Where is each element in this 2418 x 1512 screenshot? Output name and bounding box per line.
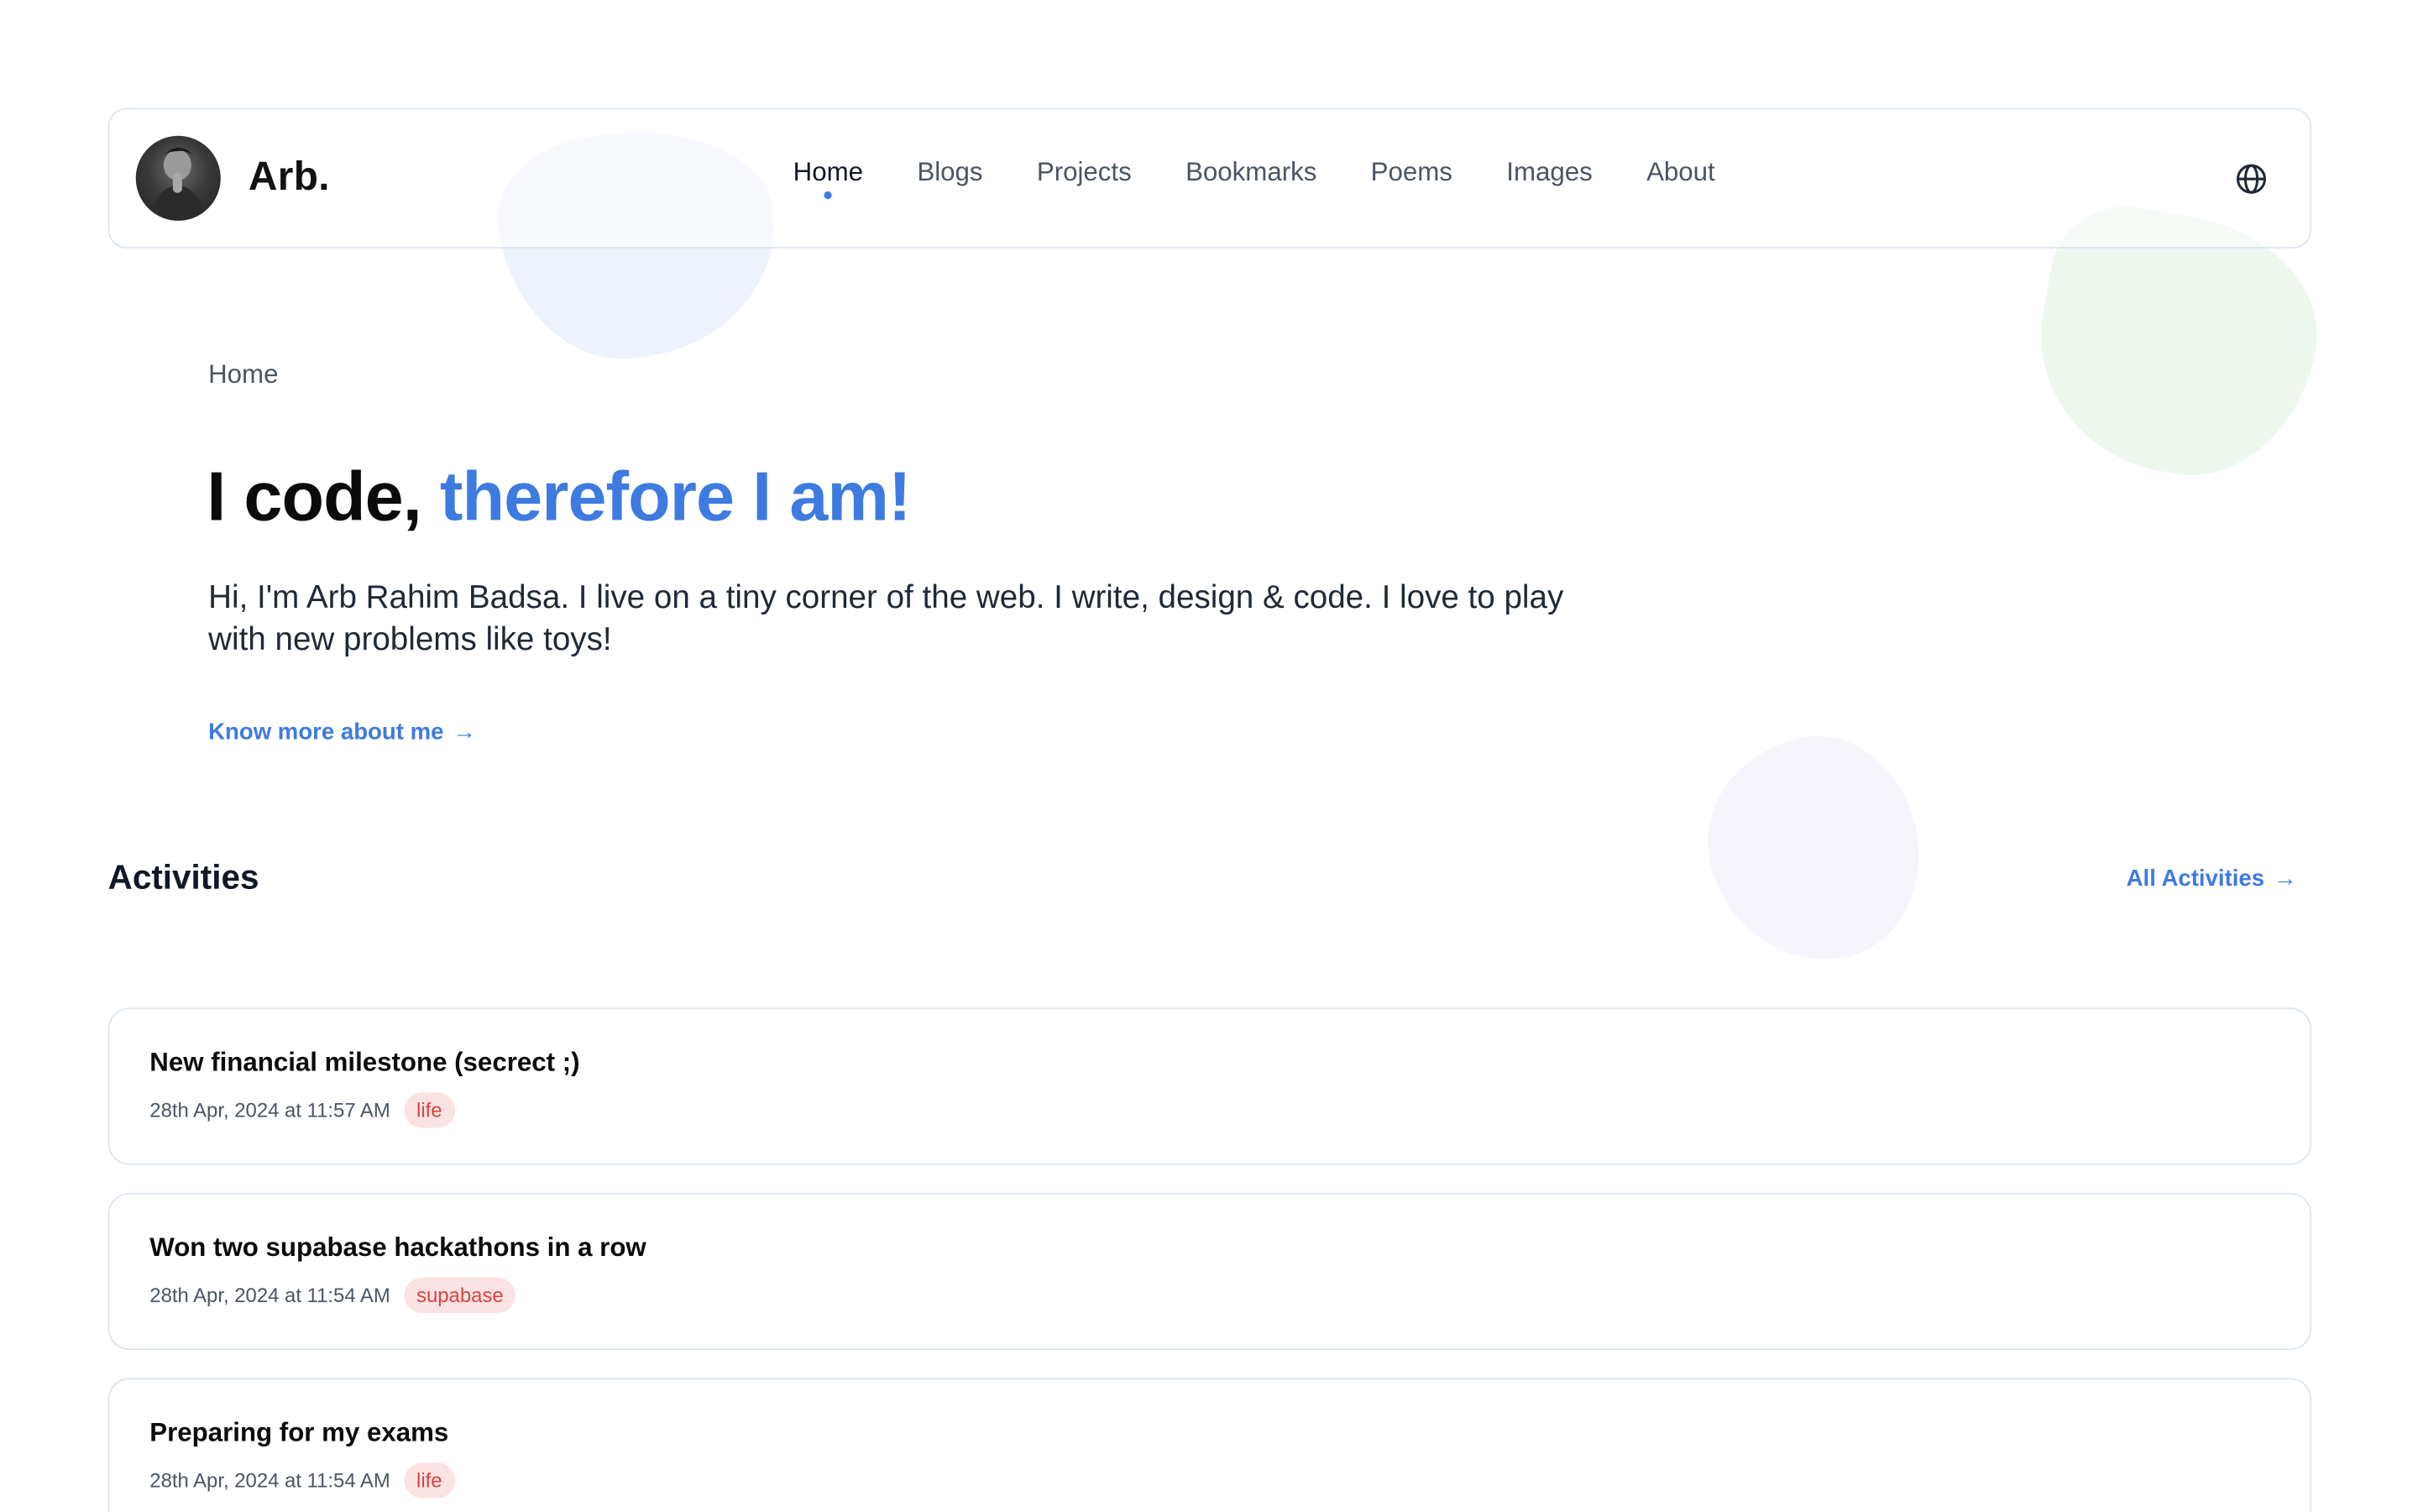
nav-item-label: Images — [1506, 157, 1593, 187]
activity-tag[interactable]: life — [404, 1092, 455, 1128]
intro-text: Hi, I'm Arb Rahim Badsa. I live on a tin… — [208, 580, 1564, 657]
nav-item-images[interactable]: Images — [1506, 157, 1592, 188]
nav-item-about[interactable]: About — [1646, 157, 1715, 188]
activity-date: 28th Apr, 2024 at 11:54 AM — [149, 1284, 390, 1307]
activities-heading: Activities — [107, 857, 259, 897]
activity-card[interactable]: New financial milestone (secrect ;) 28th… — [107, 1007, 2312, 1165]
activity-meta: 28th Apr, 2024 at 11:54 AM supabase — [149, 1277, 516, 1314]
globe-icon[interactable] — [2234, 162, 2268, 196]
activity-title: Won two supabase hackathons in a row — [149, 1232, 646, 1263]
nav-item-label: Home — [793, 157, 864, 187]
nav-item-bookmarks[interactable]: Bookmarks — [1185, 157, 1316, 188]
activity-tag[interactable]: supabase — [404, 1277, 516, 1314]
active-indicator-dot — [824, 191, 832, 200]
activity-date: 28th Apr, 2024 at 11:54 AM — [149, 1468, 390, 1493]
page-title: I code, therefore I am! — [207, 457, 912, 537]
nav-item-projects[interactable]: Projects — [1037, 157, 1132, 188]
activity-meta: 28th Apr, 2024 at 11:57 AM life — [149, 1092, 455, 1128]
activity-card[interactable]: Won two supabase hackathons in a row 28t… — [107, 1192, 2312, 1351]
activity-tag[interactable]: life — [404, 1462, 455, 1499]
title-main-text: I code, — [207, 457, 440, 536]
arrow-right-icon: → — [453, 719, 477, 746]
site-brand[interactable]: Arb. — [249, 153, 330, 201]
site-header: Arb. Home Blogs Projects Bookmarks Poems… — [107, 107, 2312, 249]
nav-item-label: Projects — [1036, 157, 1132, 187]
decorative-blob-lavender — [1688, 718, 1939, 981]
all-activities-link[interactable]: All Activities → — [2127, 866, 2297, 892]
nav-item-poems[interactable]: Poems — [1371, 157, 1452, 188]
avatar[interactable] — [135, 135, 221, 221]
activity-title: Preparing for my exams — [149, 1418, 449, 1447]
know-more-link[interactable]: Know more about me → — [208, 719, 476, 745]
activity-title: New financial milestone (secrect ;) — [149, 1047, 580, 1077]
activity-meta: 28th Apr, 2024 at 11:54 AM life — [149, 1462, 455, 1499]
activity-date: 28th Apr, 2024 at 11:57 AM — [149, 1098, 390, 1122]
activity-card[interactable]: Preparing for my exams 28th Apr, 2024 at… — [107, 1378, 2312, 1512]
nav-item-label: About — [1646, 157, 1715, 187]
activity-list: New financial milestone (secrect ;) 28th… — [107, 1007, 2312, 1512]
nav-item-home[interactable]: Home — [793, 157, 864, 200]
arrow-right-icon: → — [2274, 866, 2297, 892]
know-more-label: Know more about me — [208, 719, 444, 746]
avatar-portrait-icon — [151, 147, 206, 221]
breadcrumb: Home — [208, 359, 279, 390]
main-nav: Home Blogs Projects Bookmarks Poems Imag… — [793, 157, 1769, 200]
page: Arb. Home Blogs Projects Bookmarks Poems… — [0, 0, 2418, 1512]
nav-item-blogs[interactable]: Blogs — [917, 157, 982, 188]
nav-item-label: Blogs — [917, 157, 983, 187]
all-activities-label: All Activities — [2126, 866, 2265, 892]
nav-item-label: Bookmarks — [1185, 157, 1317, 187]
nav-item-label: Poems — [1370, 157, 1452, 187]
title-accent-text: therefore I am! — [439, 457, 912, 536]
